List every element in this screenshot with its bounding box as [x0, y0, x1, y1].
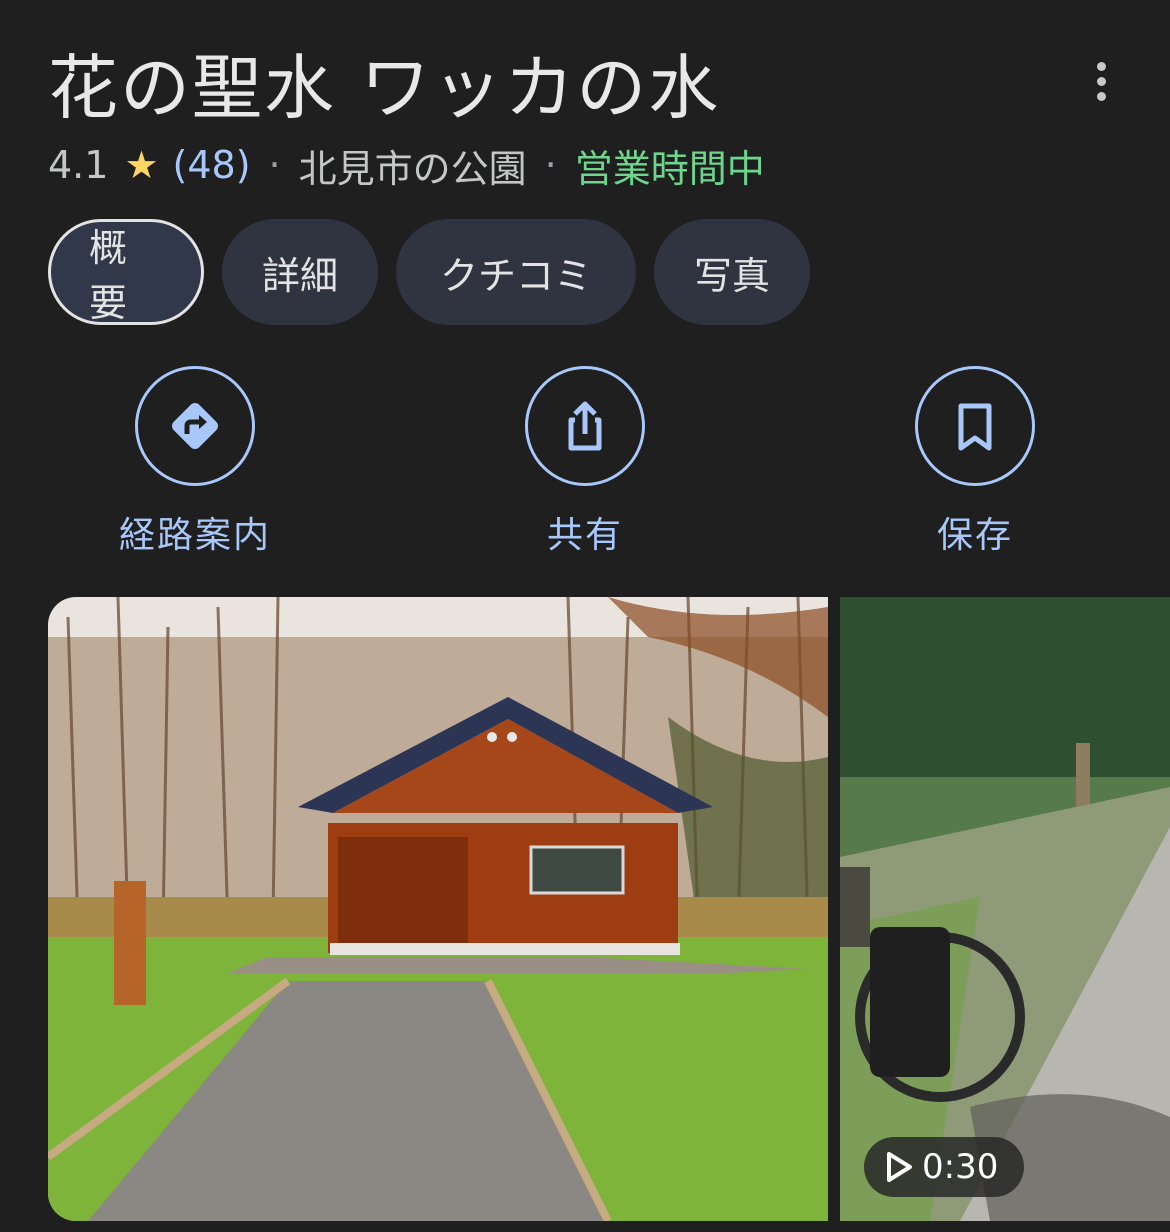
share-button[interactable]: 共有: [460, 366, 710, 558]
star-icon: ★: [124, 143, 159, 187]
save-label: 保存: [936, 515, 1013, 556]
directions-button[interactable]: 経路案内: [70, 366, 320, 558]
open-status: 営業時間中: [574, 146, 765, 191]
directions-icon: [172, 403, 218, 449]
tab-reviews[interactable]: クチコミ: [396, 219, 636, 325]
separator: ·: [268, 143, 281, 187]
more-options-button[interactable]: [1076, 56, 1126, 106]
hut-photo: [48, 597, 828, 1221]
separator: ·: [544, 143, 557, 187]
video-duration-badge: 0:30: [864, 1137, 1025, 1197]
share-label: 共有: [546, 515, 623, 556]
save-button[interactable]: 保存: [850, 366, 1100, 558]
place-category: 北見市の公園: [298, 146, 527, 191]
video-duration: 0:30: [922, 1147, 999, 1187]
place-meta: 4.1 ★ (48) · 北見市の公園 · 営業時間中: [48, 140, 765, 191]
place-tabs: 概要 詳細 クチコミ 写真: [48, 219, 810, 325]
rating-value: 4.1: [48, 143, 109, 187]
tab-details[interactable]: 詳細: [222, 219, 378, 325]
share-icon: [568, 401, 602, 451]
play-icon: [887, 1152, 912, 1182]
place-title: 花の聖水 ワッカの水: [48, 47, 721, 129]
place-photo[interactable]: [48, 597, 828, 1221]
bookmark-icon: [958, 403, 992, 451]
more-vert-icon: [1096, 61, 1106, 71]
bicycle-video-thumbnail: [840, 597, 1170, 1221]
tab-photos[interactable]: 写真: [654, 219, 810, 325]
place-video[interactable]: 0:30: [840, 597, 1170, 1221]
directions-label: 経路案内: [118, 515, 271, 556]
tab-overview[interactable]: 概要: [48, 219, 204, 325]
review-count-link[interactable]: (48): [173, 143, 251, 187]
